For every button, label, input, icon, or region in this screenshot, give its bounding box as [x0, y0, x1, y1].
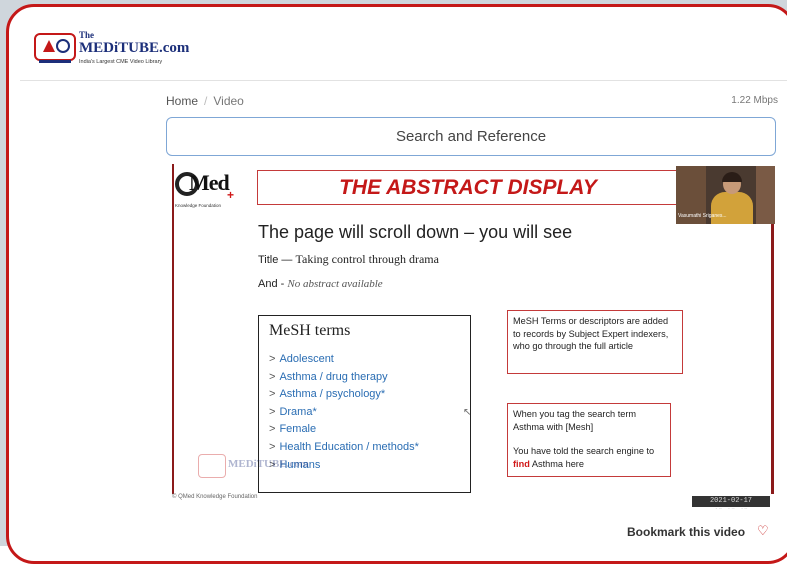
logo-name-text: MEDiTUBE.com [79, 40, 190, 56]
note-line-2: You have told the search engine to find … [513, 445, 665, 470]
bookshelf-image [756, 166, 775, 224]
breadcrumb-current: Video [213, 94, 244, 108]
qmed-brand-text: Med [189, 170, 230, 195]
note-text: Asthma here [531, 458, 584, 469]
mesh-terms-title: MeSH terms [269, 322, 351, 339]
presenter-webcam: Vasumathi Sriganes... [676, 166, 775, 224]
watermark-logo-icon [198, 454, 226, 478]
mesh-term: Drama* [279, 405, 317, 418]
slide-abstract-line: And - No abstract available [258, 278, 383, 290]
title-value: Taking control through drama [295, 252, 439, 266]
heart-icon[interactable]: ♡ [757, 523, 769, 539]
mesh-term: Asthma / drug therapy [279, 370, 388, 383]
breadcrumb: Home / Video [166, 94, 244, 108]
chevron-right-icon: > [269, 405, 276, 418]
meditube-logo-icon [34, 33, 76, 63]
bandwidth-indicator: 1.22 Mbps [731, 95, 778, 106]
logo-tagline: India's Largest CME Video Library [79, 59, 163, 65]
list-item: > Adolescent [269, 351, 419, 369]
chevron-right-icon: > [269, 388, 276, 401]
list-item: > Asthma / psychology* [269, 386, 419, 404]
qmed-logo: Med + Knowledge Foundation [175, 170, 235, 212]
video-player[interactable]: Med + Knowledge Foundation THE ABSTRACT … [166, 164, 776, 509]
list-item: > Female [269, 421, 419, 439]
mesh-terms-list: > Adolescent > Asthma / drug therapy > Asth… [269, 351, 419, 474]
slide-right-border [771, 224, 774, 494]
chevron-right-icon: > [269, 423, 276, 436]
video-timestamp: 2021-02-17 19:18:43 [692, 496, 770, 509]
mesh-term: Adolescent [279, 353, 334, 365]
bookmark-video-button[interactable]: Bookmark this video [627, 525, 745, 539]
plus-icon: + [227, 188, 235, 202]
find-highlight: find [513, 458, 530, 469]
mesh-term: Asthma / psychology* [279, 388, 386, 401]
slide-title-line: Title — Taking control through drama [258, 252, 439, 267]
meditube-watermark: MEDiTUBE.com [198, 454, 309, 482]
logo-the-text: The [79, 30, 95, 40]
watermark-text: MEDiTUBE.com [228, 458, 309, 470]
mesh-term: Female [279, 423, 317, 436]
title-label: Title — [258, 254, 293, 266]
search-tag-note: When you tag the search term Asthma with… [507, 403, 671, 477]
chevron-right-icon: > [269, 353, 276, 365]
note-text: You have told the search engine to [513, 446, 655, 456]
presenter-hair [722, 172, 742, 182]
chevron-right-icon: > [269, 440, 276, 453]
note-line-1: When you tag the search term Asthma with… [513, 409, 637, 432]
slide-copyright: © QMed Knowledge Foundation [172, 494, 258, 500]
and-label: And - [258, 278, 285, 290]
list-item: > Drama* [269, 404, 419, 422]
abstract-value: No abstract available [287, 278, 383, 290]
header-divider [20, 80, 787, 81]
search-and-reference-button[interactable]: Search and Reference [166, 117, 776, 156]
mouse-cursor-icon: ↖ [463, 407, 472, 418]
chevron-right-icon: > [269, 370, 276, 383]
presenter-body [711, 192, 753, 224]
mesh-term: Health Education / methods* [279, 440, 419, 453]
slide-title: THE ABSTRACT DISPLAY [257, 170, 679, 205]
qmed-subtitle: Knowledge Foundation [175, 203, 222, 208]
presenter-name-label: Vasumathi Sriganes... [678, 213, 727, 219]
note-spacer [513, 433, 665, 445]
list-item: > Health Education / methods* [269, 439, 419, 457]
slide-left-border [172, 164, 174, 494]
slide-heading: The page will scroll down – you will see [258, 222, 573, 242]
breadcrumb-separator: / [204, 94, 208, 108]
list-item: > Asthma / drug therapy [269, 369, 419, 387]
breadcrumb-home-link[interactable]: Home [166, 94, 198, 108]
site-logo[interactable]: The MEDiTUBE.com India's Largest CME Vid… [33, 30, 189, 72]
mesh-explanation-note: MeSH Terms or descriptors are added to r… [507, 310, 683, 374]
